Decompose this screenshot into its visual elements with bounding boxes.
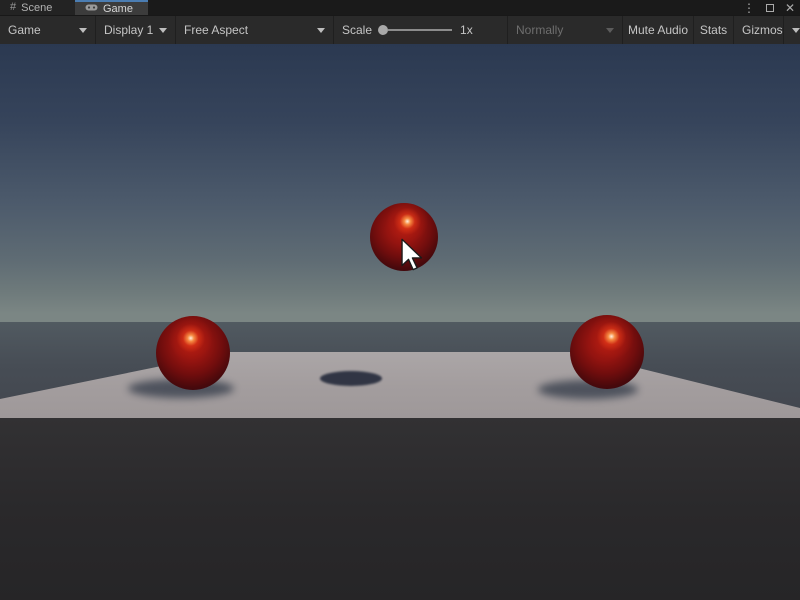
close-icon[interactable]: ✕ bbox=[785, 2, 795, 14]
play-focus-label: Normally bbox=[516, 23, 563, 37]
display-mode-label: Game bbox=[8, 23, 41, 37]
chevron-down-icon bbox=[79, 28, 87, 33]
sphere-shadow-floating bbox=[320, 371, 382, 386]
aspect-ratio-label: Free Aspect bbox=[184, 23, 248, 37]
scale-control: Scale 1x bbox=[333, 16, 507, 44]
gizmos-dropdown[interactable]: Gizmos bbox=[733, 16, 800, 44]
tab-game-label: Game bbox=[103, 3, 133, 15]
gizmos-label: Gizmos bbox=[742, 23, 783, 37]
tab-bar: # Scene Game ⋮ ✕ bbox=[0, 0, 800, 15]
display-target-label: Display 1 bbox=[104, 23, 153, 37]
chevron-down-icon bbox=[317, 28, 325, 33]
mute-audio-label: Mute Audio bbox=[628, 23, 688, 37]
red-sphere-right bbox=[570, 315, 644, 389]
window-controls: ⋮ ✕ bbox=[743, 0, 795, 15]
maximize-icon[interactable] bbox=[766, 4, 774, 12]
stats-label: Stats bbox=[700, 23, 727, 37]
display-mode-dropdown[interactable]: Game bbox=[0, 16, 95, 44]
scene-grid-icon: # bbox=[10, 2, 16, 13]
gizmos-arrow-section[interactable] bbox=[783, 16, 800, 44]
game-view-window: # Scene Game ⋮ ✕ Game Display 1 bbox=[0, 0, 800, 600]
scale-slider-knob[interactable] bbox=[378, 25, 388, 35]
tab-game[interactable]: Game bbox=[75, 0, 148, 15]
stats-button[interactable]: Stats bbox=[693, 16, 733, 44]
gamepad-icon bbox=[85, 3, 98, 15]
tab-scene-label: Scene bbox=[21, 2, 52, 14]
scale-value: 1x bbox=[460, 23, 473, 37]
mute-audio-button[interactable]: Mute Audio bbox=[622, 16, 693, 44]
game-render-viewport[interactable] bbox=[0, 44, 800, 600]
scale-slider-track[interactable] bbox=[388, 29, 452, 31]
tab-scene[interactable]: # Scene bbox=[0, 0, 75, 15]
mouse-cursor-icon bbox=[401, 238, 424, 272]
red-sphere-left bbox=[156, 316, 230, 390]
display-target-dropdown[interactable]: Display 1 bbox=[95, 16, 175, 44]
chevron-down-icon bbox=[606, 28, 614, 33]
sky-gradient bbox=[0, 44, 800, 322]
chevron-down-icon bbox=[792, 28, 800, 33]
near-foreground bbox=[0, 418, 800, 600]
game-view-toolbar: Game Display 1 Free Aspect Scale 1x Norm… bbox=[0, 15, 800, 44]
scale-label: Scale bbox=[342, 23, 372, 37]
play-focus-dropdown: Normally bbox=[507, 16, 622, 44]
kebab-menu-icon[interactable]: ⋮ bbox=[743, 2, 755, 14]
chevron-down-icon bbox=[159, 28, 167, 33]
aspect-ratio-dropdown[interactable]: Free Aspect bbox=[175, 16, 333, 44]
